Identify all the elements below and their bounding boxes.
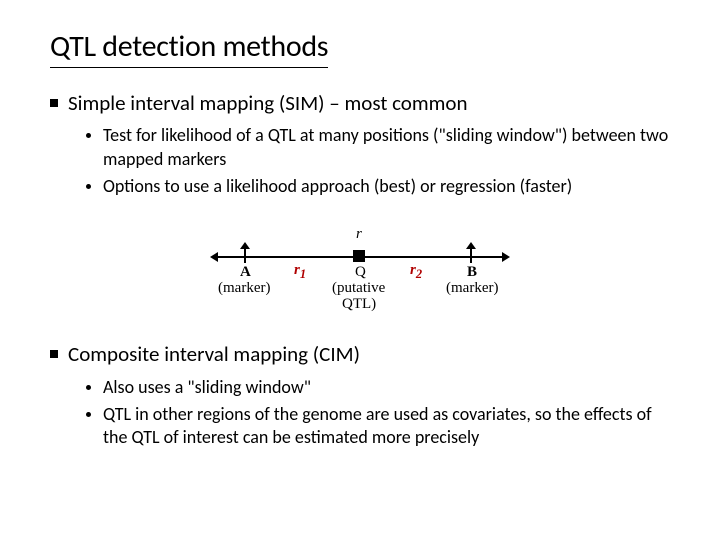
interval-diagram: r r1 r2 A (marker) Q (putative QTL) B (m… <box>50 218 670 313</box>
cim-sublist: Also uses a "sliding window" QTL in othe… <box>50 376 670 450</box>
label-a: A <box>240 264 251 281</box>
square-bullet-icon <box>50 350 58 358</box>
label-q: Q <box>355 264 366 281</box>
sim-sublist: Test for likelihood of a QTL at many pos… <box>50 124 670 198</box>
section-sim-heading: Simple interval mapping (SIM) – most com… <box>50 90 670 116</box>
section-cim-heading: Composite interval mapping (CIM) <box>50 341 670 367</box>
label-marker-b: (marker) <box>446 280 498 297</box>
q-marker-icon <box>353 250 365 262</box>
sub-text: Test for likelihood of a QTL at many pos… <box>103 124 670 171</box>
section-sim: Simple interval mapping (SIM) – most com… <box>50 90 670 198</box>
sub-text: QTL in other regions of the genome are u… <box>103 403 670 450</box>
list-item: QTL in other regions of the genome are u… <box>86 403 670 450</box>
sub-text: Also uses a "sliding window" <box>103 376 311 399</box>
tick-marker-b-icon <box>470 249 472 263</box>
label-r1: r1 <box>294 262 306 282</box>
dot-bullet-icon <box>86 385 91 390</box>
dot-bullet-icon <box>86 412 91 417</box>
label-marker-a: (marker) <box>218 280 270 297</box>
square-bullet-icon <box>50 99 58 107</box>
list-item: Test for likelihood of a QTL at many pos… <box>86 124 670 171</box>
tick-marker-a-icon <box>244 249 246 263</box>
label-qtl: QTL) <box>342 296 376 313</box>
label-r: r <box>356 226 362 243</box>
label-putative: (putative <box>332 280 385 297</box>
list-item: Also uses a "sliding window" <box>86 376 670 399</box>
label-r2: r2 <box>410 262 422 282</box>
slide-title: QTL detection methods <box>50 28 328 68</box>
label-b: B <box>467 264 477 281</box>
heading-text: Simple interval mapping (SIM) – most com… <box>68 90 468 116</box>
sub-text: Options to use a likelihood approach (be… <box>103 175 572 198</box>
dot-bullet-icon <box>86 184 91 189</box>
list-item: Options to use a likelihood approach (be… <box>86 175 670 198</box>
heading-text: Composite interval mapping (CIM) <box>68 341 360 367</box>
section-cim: Composite interval mapping (CIM) Also us… <box>50 341 670 449</box>
dot-bullet-icon <box>86 133 91 138</box>
